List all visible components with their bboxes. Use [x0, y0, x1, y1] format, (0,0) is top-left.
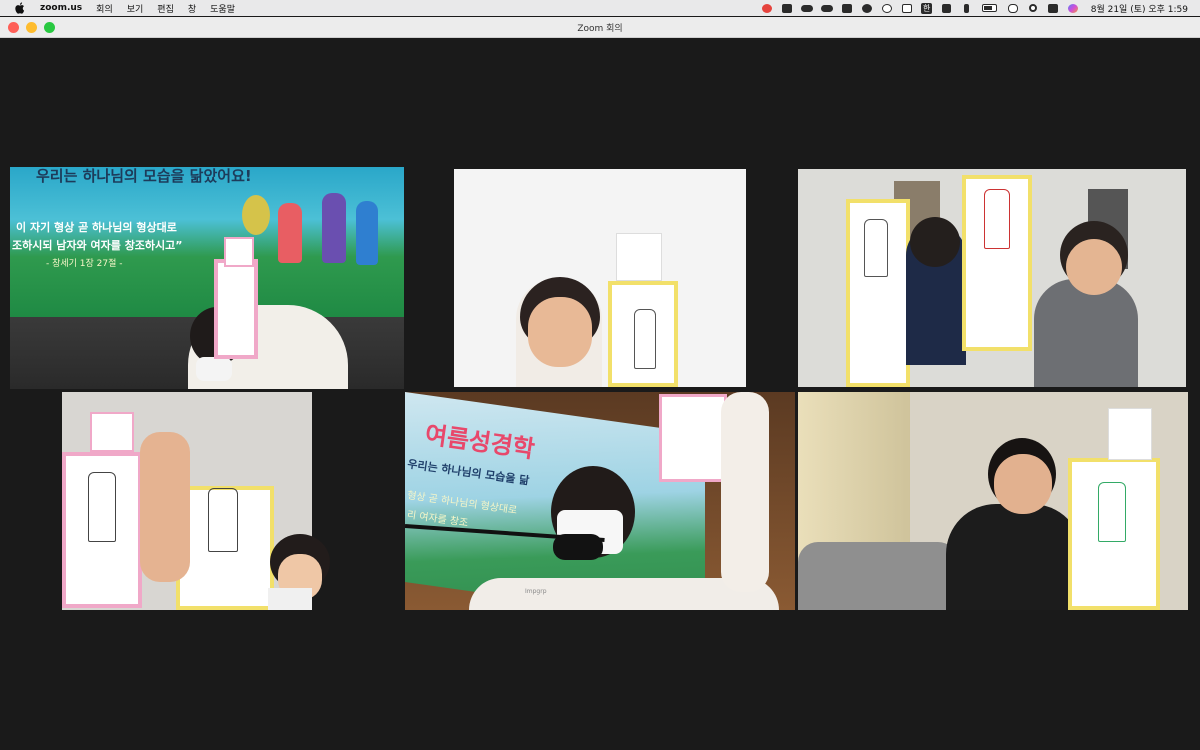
- cartoon-child: [322, 193, 346, 263]
- battery-icon[interactable]: [977, 0, 1003, 16]
- window-icon[interactable]: [897, 0, 917, 16]
- verse-line-2: 조하시되 남자와 여자를 창조하시고”: [12, 239, 183, 252]
- menu-meeting[interactable]: 회의: [96, 2, 113, 15]
- person-body: [946, 504, 1082, 610]
- menu-view[interactable]: 보기: [127, 2, 144, 15]
- input-method-label: 한: [921, 2, 933, 14]
- video-tile-teacher-stage[interactable]: 여름성경학 우리는 하나님의 모습을 닮 형상 곧 하나님의 형상대로 리 여자…: [405, 392, 795, 610]
- cartoon-tree: [242, 195, 270, 235]
- menu-help[interactable]: 도움말: [210, 2, 235, 15]
- control-center-icon[interactable]: [1043, 0, 1063, 16]
- gallery-view: 우리는 하나님의 모습을 닮았어요! 이 자기 형상 곧 하나님의 형상대로 조…: [0, 39, 1200, 750]
- video-tile-children-crafts[interactable]: [12, 392, 402, 610]
- banner-top-text: 우리는 하나님의 모습을 닮았어요!: [36, 167, 252, 185]
- camera-icon[interactable]: [777, 0, 797, 16]
- cartoon-child: [278, 203, 302, 263]
- microphone: [553, 534, 603, 560]
- record-icon[interactable]: [757, 0, 777, 16]
- face-mask: [196, 357, 232, 381]
- video-tile-adult-man[interactable]: [798, 392, 1188, 610]
- window-titlebar[interactable]: Zoom 회의: [0, 17, 1200, 38]
- cloud-icon[interactable]: [817, 0, 837, 16]
- window-title: Zoom 회의: [577, 23, 623, 34]
- apple-menu-icon[interactable]: [14, 2, 26, 14]
- menu-edit[interactable]: 편집: [157, 2, 174, 15]
- menu-window[interactable]: 창: [188, 2, 196, 15]
- paper-doll-figure: [1098, 482, 1126, 542]
- grid-icon[interactable]: [837, 0, 857, 16]
- paper-doll-head: [1108, 408, 1152, 460]
- app-menu-zoom[interactable]: zoom.us: [40, 3, 82, 13]
- play-fence: [798, 542, 958, 610]
- paper-doll-figure: [864, 219, 888, 277]
- presenter-arm: [721, 392, 769, 592]
- child-face: [1066, 239, 1122, 295]
- siri-icon[interactable]: [1063, 0, 1083, 16]
- tile-letterbox: [312, 392, 402, 610]
- volume-icon[interactable]: [937, 0, 957, 16]
- search-icon[interactable]: [1023, 0, 1043, 16]
- cartoon-child: [356, 201, 378, 265]
- macos-menu-bar: zoom.us 회의 보기 편집 창 도움말 한 8월 21일 (토) 오후 1…: [0, 0, 1200, 16]
- bluetooth-icon[interactable]: [957, 0, 977, 16]
- tile-letterbox: [12, 392, 62, 610]
- child-shirt: [268, 588, 312, 610]
- menu-bar-clock[interactable]: 8월 21일 (토) 오후 1:59: [1091, 2, 1188, 15]
- cloud-icon[interactable]: [797, 0, 817, 16]
- paper-doll-head: [90, 412, 134, 452]
- mask-label: Impgrp: [525, 588, 547, 595]
- zoom-window: Zoom 회의 우리는 하나님의 모습을 닮았어요! 이 자기 형상 곧 하나님…: [0, 17, 1200, 750]
- video-tile-boy-1[interactable]: [454, 169, 746, 387]
- half-circle-icon[interactable]: [857, 0, 877, 16]
- hangul-icon[interactable]: 한: [917, 0, 937, 16]
- paper-doll-craft: [659, 394, 727, 482]
- paper-doll-figure: [88, 472, 116, 542]
- child-hands: [140, 432, 190, 582]
- paper-doll-craft: [214, 259, 258, 359]
- child-hair: [910, 217, 960, 267]
- paper-doll-figure: [634, 309, 656, 369]
- video-tile-teacher-banner[interactable]: 우리는 하나님의 모습을 닮았어요! 이 자기 형상 곧 하나님의 형상대로 조…: [10, 167, 404, 389]
- person-face: [994, 454, 1052, 514]
- play-icon[interactable]: [877, 0, 897, 16]
- paper-doll-figure: [984, 189, 1010, 249]
- verse-line-1: 이 자기 형상 곧 하나님의 형상대로: [16, 221, 177, 234]
- paper-doll-head: [224, 237, 254, 267]
- child-body: [1034, 279, 1138, 387]
- verse-reference: - 창세기 1장 27절 -: [46, 259, 123, 269]
- paper-doll-figure: [208, 488, 238, 552]
- video-tile-two-boys[interactable]: [798, 169, 1186, 387]
- paper-doll-head: [616, 233, 662, 281]
- child-face: [528, 297, 592, 367]
- link-icon[interactable]: [1003, 0, 1023, 16]
